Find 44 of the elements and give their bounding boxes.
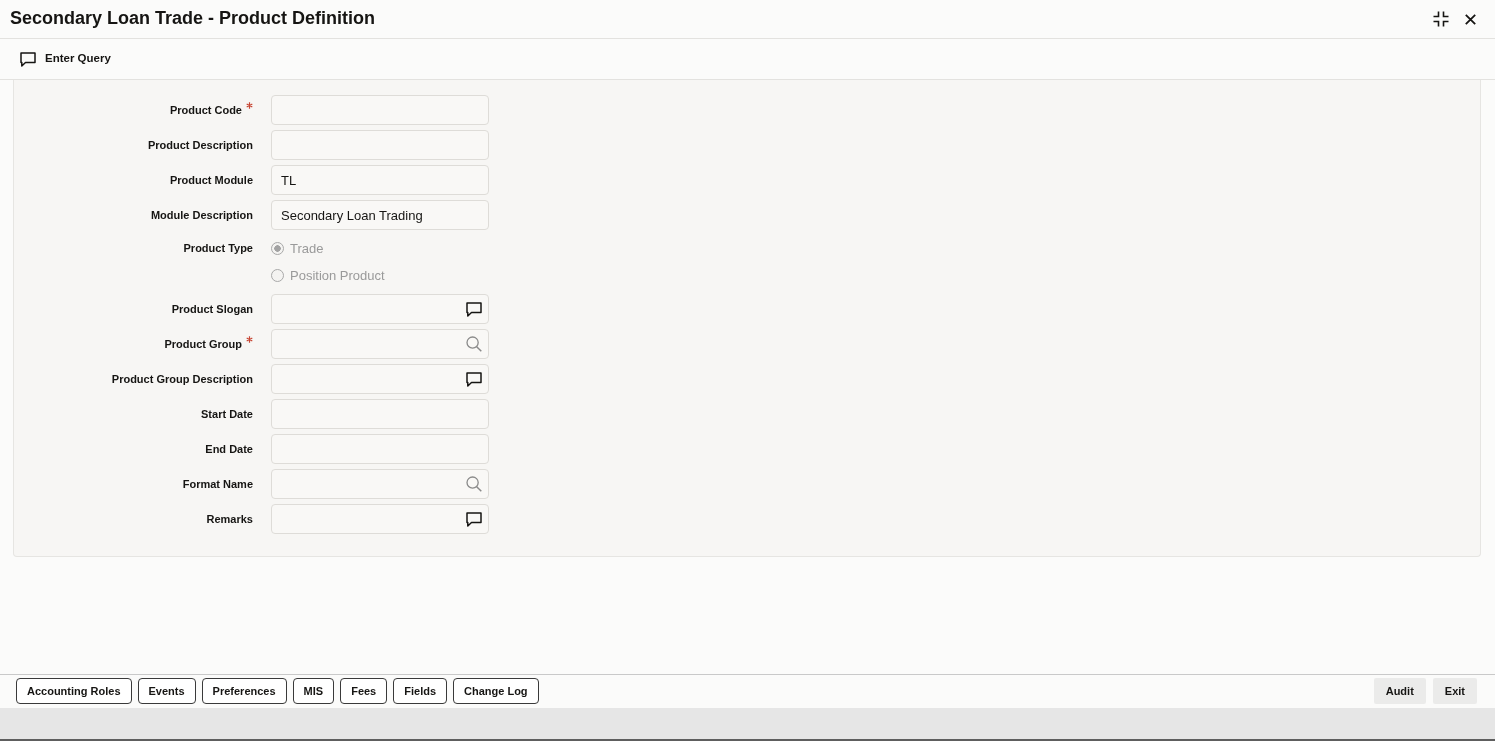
accounting-roles-button[interactable]: Accounting Roles [16, 678, 132, 704]
close-icon[interactable] [1465, 13, 1476, 25]
text-field[interactable] [271, 130, 489, 160]
fields-button[interactable]: Fields [393, 678, 448, 704]
search-icon[interactable] [466, 476, 482, 492]
window-title: Secondary Loan Trade - Product Definition [10, 8, 376, 30]
collapse-icon[interactable] [1433, 11, 1449, 27]
search-icon[interactable] [466, 336, 482, 352]
events-button[interactable]: Events [137, 678, 196, 704]
fees-button[interactable]: Fees [340, 678, 388, 704]
field-label: Product Module [169, 172, 253, 188]
text-field[interactable] [271, 399, 489, 429]
field-label: Product Code [169, 102, 242, 118]
enter-query-button[interactable]: Enter Query [19, 48, 113, 70]
field-label: Product Group Description [111, 371, 253, 387]
text-field[interactable] [271, 294, 489, 324]
field-label: Product Description [147, 137, 253, 153]
audit-button[interactable]: Audit [1373, 678, 1426, 704]
text-field[interactable]: TL [271, 165, 489, 195]
radio-label: Trade [290, 239, 324, 258]
field-label: Product Slogan [171, 301, 253, 317]
field-label: Start Date [201, 406, 253, 422]
comment-icon[interactable] [466, 511, 482, 527]
field-label: Format Name [182, 476, 253, 492]
mis-button[interactable]: MIS [292, 678, 335, 704]
preferences-button[interactable]: Preferences [201, 678, 287, 704]
text-field[interactable]: Secondary Loan Trading [271, 200, 489, 230]
text-field[interactable] [271, 434, 489, 464]
comment-icon[interactable] [466, 301, 482, 317]
exit-button[interactable]: Exit [1432, 678, 1477, 704]
comment-icon [20, 51, 36, 67]
text-field[interactable] [271, 95, 489, 125]
comment-icon[interactable] [466, 371, 482, 387]
field-label: Remarks [206, 511, 253, 527]
change-log-button[interactable]: Change Log [453, 678, 539, 704]
field-label: Module Description [150, 207, 253, 223]
text-field[interactable] [271, 504, 489, 534]
lookup-field[interactable] [271, 329, 489, 359]
lookup-field[interactable] [271, 469, 489, 499]
text-field[interactable] [271, 364, 489, 394]
field-label: Product Group [164, 336, 242, 352]
field-label: Product Type [183, 241, 253, 257]
radio-label: Position Product [290, 266, 385, 285]
field-label: End Date [205, 441, 253, 457]
